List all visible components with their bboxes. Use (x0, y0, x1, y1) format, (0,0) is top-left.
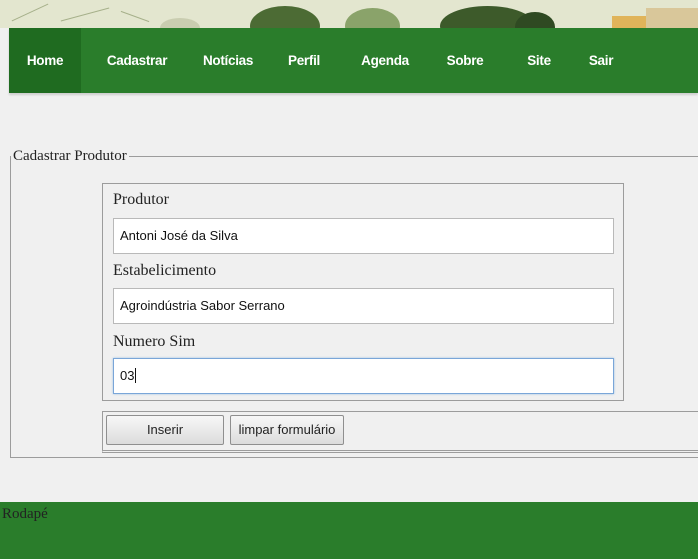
fieldset-legend: Cadastrar Produtor (13, 148, 127, 164)
nav-site[interactable]: Site (519, 28, 559, 93)
nav-perfil[interactable]: Perfil (281, 28, 327, 93)
nav-sobre[interactable]: Sobre (439, 28, 491, 93)
footer-text: Rodapé (2, 506, 48, 522)
numero-sim-input[interactable]: 03 (113, 358, 614, 394)
numero-sim-input-value: 03 (120, 368, 135, 383)
text-caret (135, 368, 137, 383)
nav-home[interactable]: Home (9, 28, 81, 93)
numero-sim-label: Numero Sim (113, 333, 196, 350)
header-banner-image (0, 0, 698, 28)
inserir-button[interactable]: Inserir (106, 415, 224, 445)
limpar-formulario-button[interactable]: limpar formulário (230, 415, 344, 445)
nav-sair[interactable]: Sair (581, 28, 621, 93)
nav-agenda[interactable]: Agenda (357, 28, 413, 93)
nav-noticias[interactable]: Notícias (197, 28, 259, 93)
estabelecimento-input-value: Agroindústria Sabor Serrano (120, 298, 285, 313)
produtor-input-value: Antoni José da Silva (120, 228, 238, 243)
estabelecimento-label: Estabelicimento (113, 262, 217, 279)
footer: Rodapé (0, 502, 698, 559)
produtor-input[interactable]: Antoni José da Silva (113, 218, 614, 254)
produtor-label: Produtor (113, 191, 169, 208)
nav-cadastrar[interactable]: Cadastrar (99, 28, 175, 93)
main-nav: Home Cadastrar Notícias Perfil Agenda So… (9, 28, 698, 93)
estabelecimento-input[interactable]: Agroindústria Sabor Serrano (113, 288, 614, 324)
